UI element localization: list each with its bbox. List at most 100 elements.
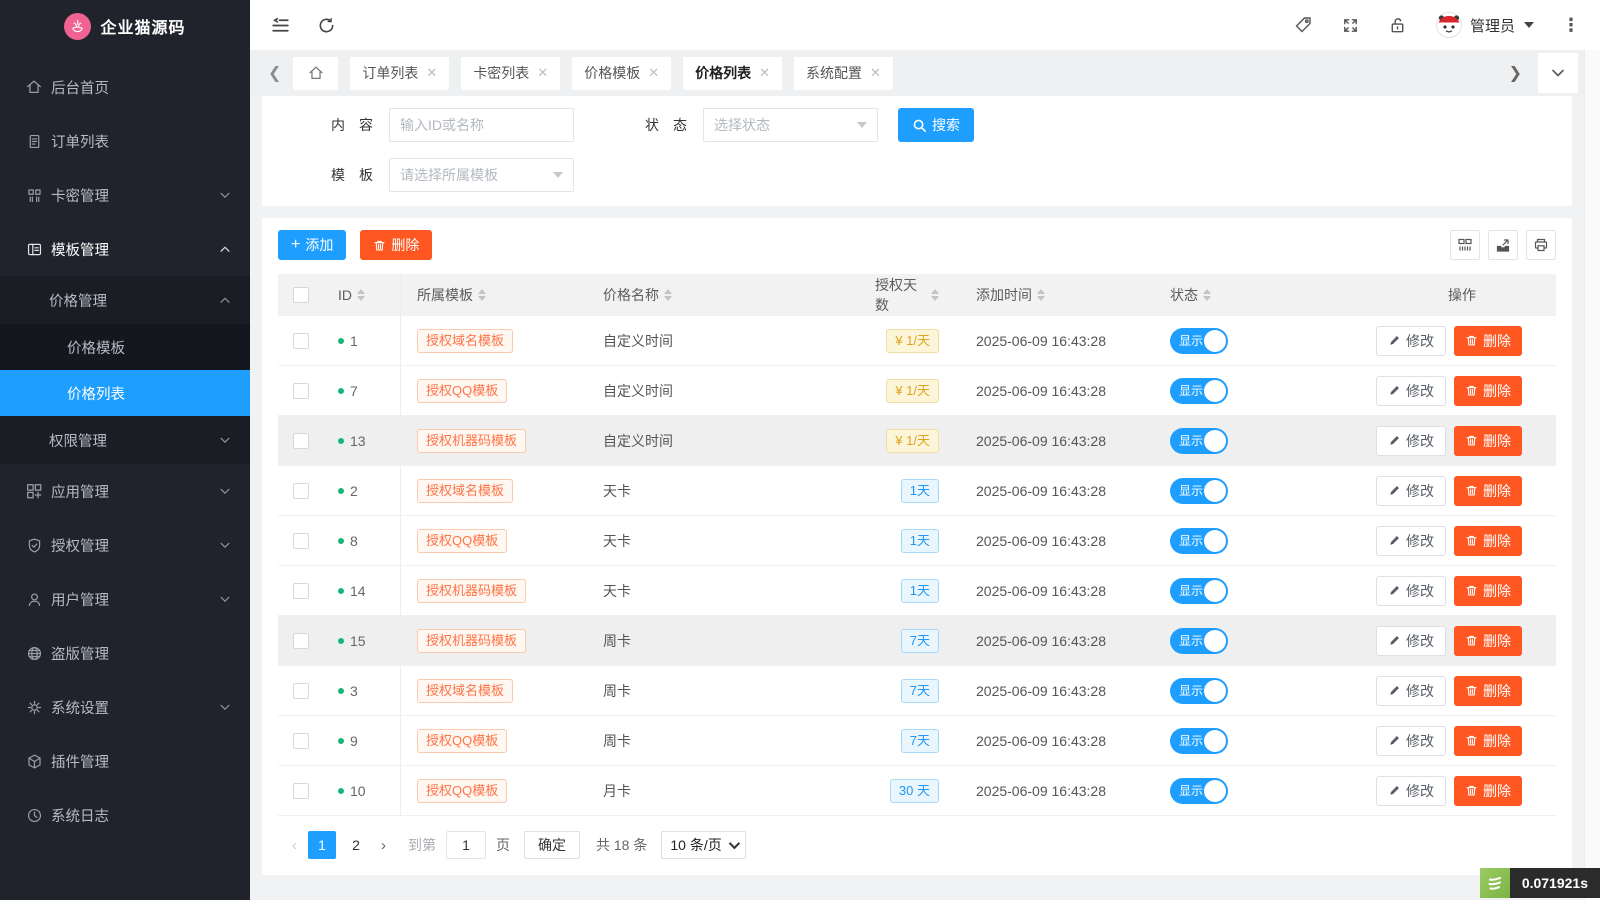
content-search-input[interactable] [389,108,574,142]
sidebar-item-apps[interactable]: 应用管理 [0,464,250,518]
close-icon[interactable]: ✕ [870,65,881,81]
row-checkbox[interactable] [293,633,309,649]
sort-icon[interactable] [478,289,486,301]
tab-订单列表[interactable]: 订单列表 ✕ [350,57,449,90]
user-menu[interactable]: 管理员 [1435,11,1534,39]
sidebar-item-licenses[interactable]: 授权管理 [0,518,250,572]
edit-button[interactable]: 修改 [1376,326,1446,356]
more-menu-icon[interactable]: ⋮ [1562,15,1580,36]
delete-button[interactable]: 删除 [1454,326,1522,356]
logo[interactable]: 企业猫源码 [0,0,250,52]
sidebar-item-price-list[interactable]: 价格列表 [0,370,250,416]
edit-button[interactable]: 修改 [1376,576,1446,606]
status-toggle[interactable]: 显示 [1170,328,1228,354]
status-toggle[interactable]: 显示 [1170,478,1228,504]
search-button[interactable]: 搜索 [898,108,974,142]
tabs-menu-icon[interactable] [1538,53,1578,93]
tab-home[interactable] [293,57,338,90]
row-checkbox[interactable] [293,683,309,699]
sidebar-item-settings[interactable]: 系统设置 [0,680,250,734]
row-checkbox[interactable] [293,733,309,749]
edit-button[interactable]: 修改 [1376,726,1446,756]
sort-icon[interactable] [357,289,365,301]
column-header-价格名称[interactable]: 价格名称 [598,274,838,316]
sidebar-item-logs[interactable]: 系统日志 [0,788,250,842]
sort-icon[interactable] [1037,289,1045,301]
page-size-select[interactable]: 10 条/页 [661,831,745,859]
edit-button[interactable]: 修改 [1376,426,1446,456]
delete-button[interactable]: 删除 [1454,526,1522,556]
fullscreen-icon[interactable] [1341,16,1360,35]
sort-icon[interactable] [931,289,939,301]
collapse-sidebar-icon[interactable] [270,15,291,36]
tab-系统配置[interactable]: 系统配置 ✕ [794,57,893,90]
tab-价格模板[interactable]: 价格模板 ✕ [572,57,671,90]
sidebar-item-orders[interactable]: 订单列表 [0,114,250,168]
refresh-icon[interactable] [317,16,336,35]
column-header-状态[interactable]: 状态 [1148,274,1368,316]
page-number-2[interactable]: 2 [342,831,370,859]
sidebar-item-users[interactable]: 用户管理 [0,572,250,626]
status-toggle[interactable]: 显示 [1170,678,1228,704]
tab-价格列表[interactable]: 价格列表 ✕ [683,57,782,90]
template-select[interactable]: 请选择所属模板 [389,158,574,192]
page-scrollbar[interactable] [1584,50,1600,900]
tabs-scroll-right-icon[interactable]: ❯ [1501,63,1530,83]
row-checkbox[interactable] [293,383,309,399]
tabs-scroll-left-icon[interactable]: ❮ [260,63,289,83]
sidebar-item-plugins[interactable]: 插件管理 [0,734,250,788]
select-all-checkbox[interactable] [293,287,309,303]
column-header-添加时间[interactable]: 添加时间 [943,274,1148,316]
print-icon[interactable] [1526,230,1556,260]
delete-button[interactable]: 删除 [1454,726,1522,756]
row-checkbox[interactable] [293,533,309,549]
column-header-所属模板[interactable]: 所属模板 [401,274,598,316]
status-toggle[interactable]: 显示 [1170,578,1228,604]
column-header-授权天数[interactable]: 授权天数 [838,274,943,316]
status-toggle[interactable]: 显示 [1170,628,1228,654]
tab-卡密列表[interactable]: 卡密列表 ✕ [461,57,560,90]
batch-delete-button[interactable]: 删除 [360,230,432,260]
status-toggle[interactable]: 显示 [1170,378,1228,404]
status-toggle[interactable]: 显示 [1170,728,1228,754]
columns-filter-icon[interactable] [1450,230,1480,260]
edit-button[interactable]: 修改 [1376,476,1446,506]
delete-button[interactable]: 删除 [1454,776,1522,806]
export-icon[interactable] [1488,230,1518,260]
sidebar-item-piracy[interactable]: 盗版管理 [0,626,250,680]
row-checkbox[interactable] [293,583,309,599]
goto-page-input[interactable] [446,831,486,859]
close-icon[interactable]: ✕ [648,65,659,81]
edit-button[interactable]: 修改 [1376,626,1446,656]
sort-icon[interactable] [1203,289,1211,301]
delete-button[interactable]: 删除 [1454,576,1522,606]
edit-button[interactable]: 修改 [1376,526,1446,556]
prev-page-icon[interactable]: ‹ [284,837,305,854]
sidebar-item-templates[interactable]: 模板管理 [0,222,250,276]
next-page-icon[interactable]: › [373,837,394,854]
edit-button[interactable]: 修改 [1376,776,1446,806]
lock-icon[interactable] [1388,16,1407,35]
row-checkbox[interactable] [293,483,309,499]
delete-button[interactable]: 删除 [1454,476,1522,506]
sidebar-item-home[interactable]: 后台首页 [0,60,250,114]
page-number-1[interactable]: 1 [308,831,336,859]
status-select[interactable]: 选择状态 [703,108,878,142]
sidebar-item-price-template[interactable]: 价格模板 [0,324,250,370]
sort-icon[interactable] [664,289,672,301]
close-icon[interactable]: ✕ [537,65,548,81]
row-checkbox[interactable] [293,433,309,449]
column-header-ID[interactable]: ID [323,274,401,316]
delete-button[interactable]: 删除 [1454,626,1522,656]
goto-confirm-button[interactable]: 确定 [524,831,580,859]
tag-icon[interactable] [1293,15,1313,35]
status-toggle[interactable]: 显示 [1170,778,1228,804]
status-toggle[interactable]: 显示 [1170,528,1228,554]
edit-button[interactable]: 修改 [1376,676,1446,706]
sidebar-item-permissions[interactable]: 权限管理 [0,416,250,464]
add-button[interactable]: + 添加 [278,230,346,260]
sidebar-item-price-mgmt[interactable]: 价格管理 [0,276,250,324]
row-checkbox[interactable] [293,333,309,349]
sidebar-item-cards[interactable]: 卡密管理 [0,168,250,222]
delete-button[interactable]: 删除 [1454,376,1522,406]
